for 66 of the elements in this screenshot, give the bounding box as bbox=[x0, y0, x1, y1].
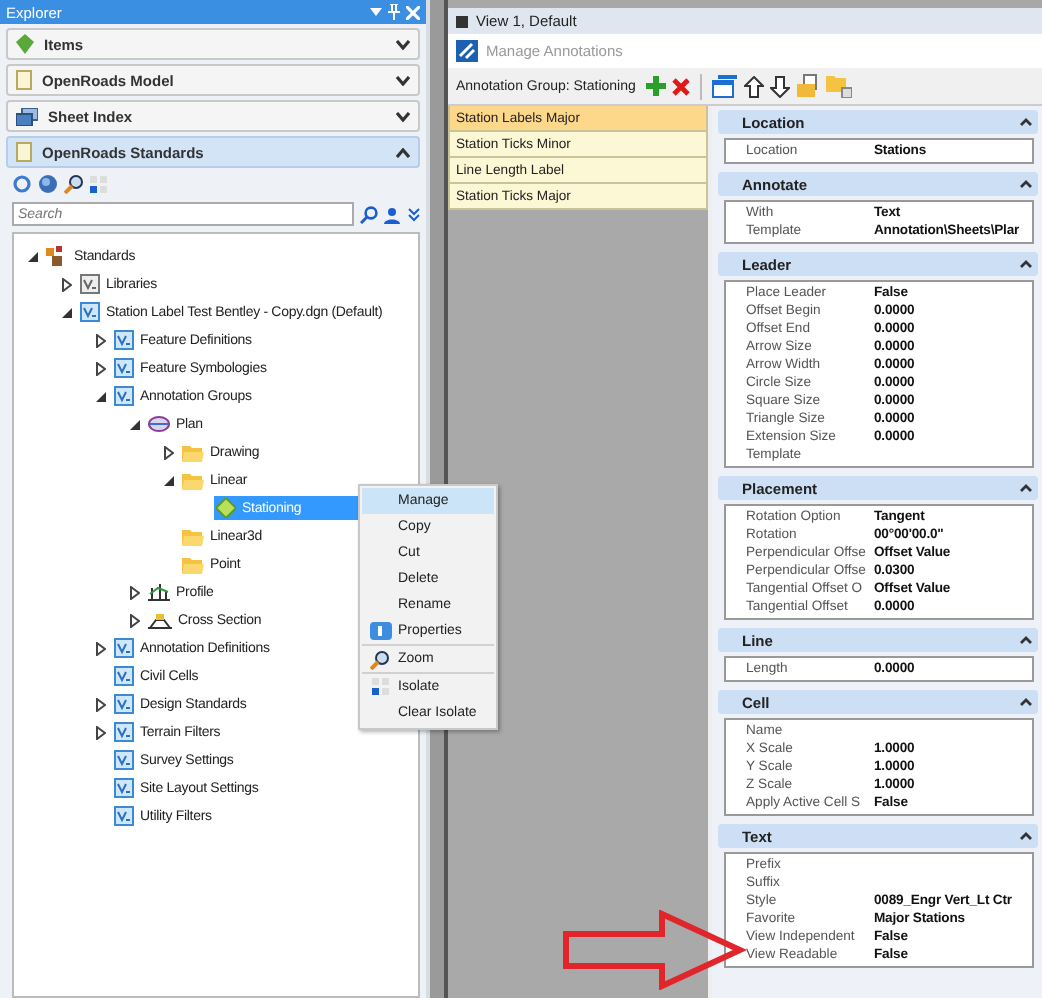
folder-icon[interactable] bbox=[825, 74, 852, 98]
standards-icon bbox=[46, 246, 68, 266]
chevron-up-icon bbox=[1020, 180, 1032, 188]
chevron-down-icon bbox=[396, 111, 410, 121]
chevron-up-icon bbox=[1020, 636, 1032, 644]
add-icon[interactable] bbox=[645, 76, 666, 96]
chevron-down-icon bbox=[396, 75, 410, 85]
library-icon bbox=[80, 274, 100, 294]
chevron-up-icon bbox=[1020, 484, 1032, 492]
dgn-file-icon bbox=[114, 666, 134, 686]
dgn-file-icon bbox=[114, 638, 134, 658]
dgn-file-icon bbox=[114, 386, 134, 406]
chevron-up-icon bbox=[1020, 832, 1032, 840]
collapsed-icon[interactable] bbox=[164, 445, 174, 459]
user-search-icon[interactable] bbox=[384, 205, 402, 223]
diamond-icon bbox=[216, 498, 236, 518]
app-logo-icon bbox=[456, 40, 478, 62]
dgn-file-icon bbox=[114, 694, 134, 714]
document-icon bbox=[16, 142, 32, 162]
window-icon bbox=[456, 15, 468, 27]
dgn-file-icon bbox=[114, 722, 134, 742]
dgn-file-icon bbox=[114, 750, 134, 770]
dgn-file-icon bbox=[80, 302, 100, 322]
expanded-icon[interactable] bbox=[164, 475, 174, 485]
isolate-icon[interactable] bbox=[90, 175, 108, 193]
profile-icon bbox=[148, 582, 170, 602]
document-icon bbox=[16, 70, 32, 90]
folder-icon bbox=[182, 471, 204, 489]
dropdown-icon[interactable] bbox=[370, 8, 382, 16]
folder-icon bbox=[182, 555, 204, 573]
pin-icon[interactable] bbox=[388, 4, 400, 20]
search-icon[interactable] bbox=[360, 205, 378, 223]
expanded-icon[interactable] bbox=[28, 251, 38, 261]
expanded-icon[interactable] bbox=[96, 391, 106, 401]
chevron-up-icon bbox=[1020, 698, 1032, 706]
folder-icon bbox=[182, 443, 204, 461]
chevron-down-icon bbox=[396, 39, 410, 49]
close-icon[interactable] bbox=[406, 5, 420, 19]
zoom-icon bbox=[370, 649, 390, 669]
globe-icon[interactable] bbox=[38, 174, 58, 194]
window-layout-icon[interactable] bbox=[711, 74, 738, 98]
plan-icon bbox=[148, 414, 170, 434]
delete-icon[interactable] bbox=[671, 77, 690, 95]
chevron-up-icon bbox=[1020, 118, 1032, 126]
dgn-file-icon bbox=[114, 778, 134, 798]
expanded-icon[interactable] bbox=[130, 419, 140, 429]
expanded-icon[interactable] bbox=[62, 307, 72, 317]
dgn-file-icon bbox=[114, 806, 134, 826]
isolate-icon bbox=[371, 678, 389, 696]
refresh-icon[interactable] bbox=[12, 174, 32, 194]
cross-section-icon bbox=[148, 610, 172, 630]
expand-icon[interactable] bbox=[408, 207, 420, 221]
copy-icon[interactable] bbox=[795, 74, 820, 98]
arrow-down-icon[interactable] bbox=[769, 75, 790, 97]
gem-icon bbox=[16, 34, 34, 54]
properties-icon bbox=[369, 622, 391, 640]
folder-icon bbox=[182, 527, 204, 545]
arrow-up-icon[interactable] bbox=[743, 75, 764, 97]
chevron-up-icon bbox=[1020, 260, 1032, 268]
collapsed-icon[interactable] bbox=[62, 277, 72, 291]
collapsed-icon[interactable] bbox=[96, 641, 106, 655]
dgn-file-icon bbox=[114, 358, 134, 378]
dgn-file-icon bbox=[114, 330, 134, 350]
zoom-icon[interactable] bbox=[64, 174, 84, 194]
sheets-icon bbox=[16, 107, 38, 125]
chevron-up-icon bbox=[396, 147, 410, 157]
